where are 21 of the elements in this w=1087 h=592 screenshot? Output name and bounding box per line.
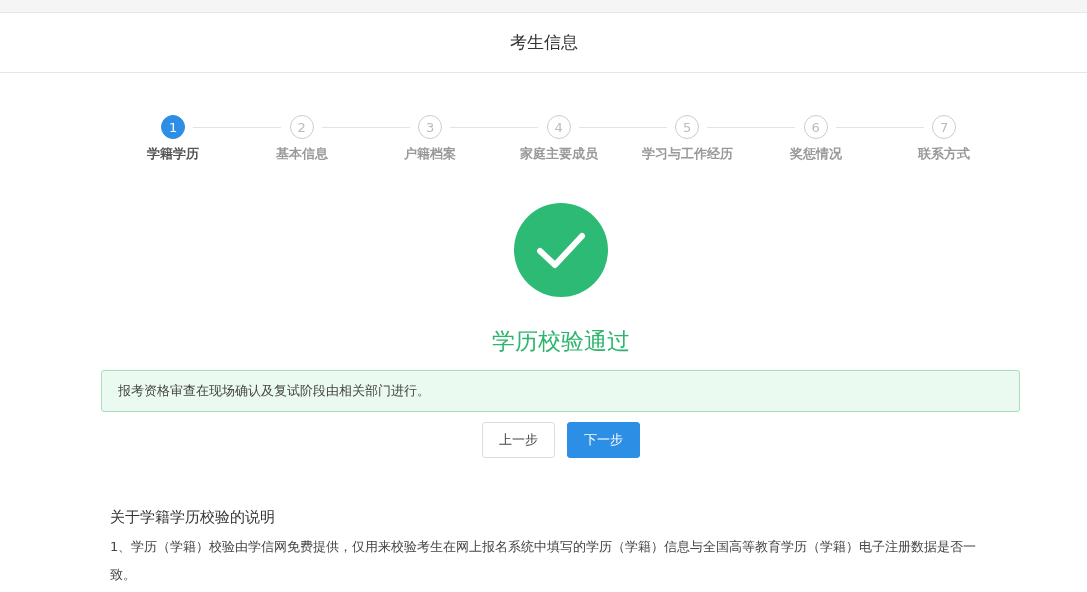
page-title: 考生信息 [509,31,578,54]
step-label: 学籍学历 [147,145,200,163]
step-label: 学习与工作经历 [641,145,733,163]
success-check-icon [513,203,608,297]
step-number: 4 [546,115,571,139]
step-number: 6 [803,115,828,139]
step-number: 7 [932,115,957,139]
step-label: 联系方式 [918,145,971,163]
step-number: 1 [161,115,186,139]
notes-title: 关于学籍学历校验的说明 [110,508,276,527]
info-alert: 报考资格审查在现场确认及复试阶段由相关部门进行。 [101,370,1020,412]
step-number: 2 [289,115,314,139]
step-label: 奖惩情况 [789,145,842,163]
notes-paragraph: 1、学历（学籍）校验由学信网免费提供，仅用来校验考生在网上报名系统中填写的学历（学籍）信息与全国高等教育学历（学籍）电子注册数据是否一致。 [110,538,978,584]
step-label: 户籍档案 [404,145,457,163]
step-number: 3 [418,115,443,139]
back-button[interactable]: 上一步 [481,422,555,458]
result-title: 学历校验通过 [491,327,630,356]
step-label: 家庭主要成员 [519,145,598,163]
step-number: 5 [675,115,700,139]
step-label: 基本信息 [275,145,328,163]
